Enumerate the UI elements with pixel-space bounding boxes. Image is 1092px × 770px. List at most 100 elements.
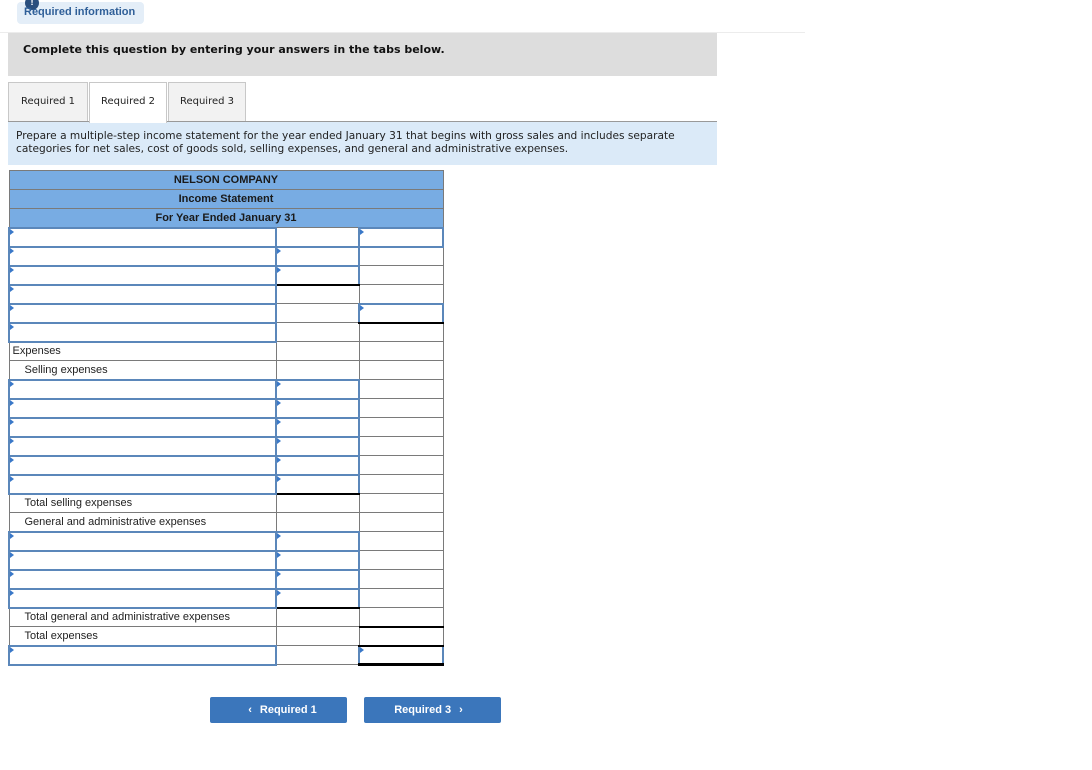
statement-row [7, 226, 444, 248]
empty-cell [358, 512, 444, 532]
amount-input[interactable] [275, 264, 361, 286]
account-name-input[interactable] [7, 644, 278, 666]
account-name-input[interactable] [7, 264, 278, 286]
label-cell: General and administrative expenses [8, 512, 277, 532]
account-name-input[interactable] [7, 321, 278, 343]
empty-cell [275, 512, 360, 532]
amount-input[interactable] [275, 549, 361, 571]
total-input[interactable] [358, 644, 444, 666]
income-statement-table: NELSON COMPANY Income Statement For Year… [7, 170, 444, 666]
required-information-banner: ! Required information [17, 0, 144, 24]
statement-row: Total general and administrative expense… [8, 607, 444, 628]
empty-cell [275, 303, 360, 323]
empty-cell [358, 588, 444, 608]
amount-input[interactable] [275, 530, 361, 552]
statement-row [7, 321, 444, 343]
statement-row [7, 549, 444, 571]
empty-cell [358, 607, 444, 628]
question-prompt: Prepare a multiple-step income statement… [8, 121, 717, 165]
statement-row [7, 644, 444, 666]
statement-row [7, 454, 444, 476]
total-input[interactable] [358, 302, 444, 324]
empty-cell [358, 474, 444, 494]
total-input[interactable] [358, 226, 444, 248]
account-name-input[interactable] [7, 435, 278, 457]
amount-input[interactable] [275, 435, 361, 457]
empty-cell [358, 436, 444, 456]
amount-input[interactable] [275, 568, 361, 590]
account-name-input[interactable] [7, 530, 278, 552]
empty-cell [358, 265, 444, 285]
empty-cell [358, 531, 444, 551]
amount-input[interactable] [275, 473, 361, 495]
empty-cell [275, 360, 360, 380]
empty-cell [275, 626, 360, 646]
statement-title: Income Statement [8, 189, 444, 209]
statement-row [7, 283, 444, 305]
statement-row [7, 378, 444, 400]
instruction-text: Complete this question by entering your … [23, 43, 445, 56]
statement-row: General and administrative expenses [8, 512, 444, 532]
label-cell: Total general and administrative expense… [8, 607, 277, 627]
empty-cell [358, 455, 444, 475]
tab-required-3[interactable]: Required 3 [168, 82, 246, 122]
amount-input[interactable] [275, 378, 361, 400]
amount-input[interactable] [275, 587, 361, 609]
empty-cell [275, 607, 360, 627]
row-label: Selling expenses [24, 363, 108, 376]
empty-cell [275, 645, 360, 665]
tab-required-2[interactable]: Required 2 [89, 82, 167, 123]
company-name: NELSON COMPANY [8, 170, 444, 190]
statement-row: Total selling expenses [8, 493, 444, 513]
account-name-input[interactable] [7, 568, 278, 590]
label-cell: Selling expenses [8, 360, 277, 380]
account-name-input[interactable] [7, 226, 278, 248]
instruction-box: Complete this question by entering your … [8, 33, 717, 76]
empty-cell [275, 341, 360, 361]
amount-input[interactable] [275, 454, 361, 476]
next-required-3-button[interactable]: Required 3 › [364, 697, 501, 723]
prev-required-1-button[interactable]: ‹ Required 1 [210, 697, 347, 723]
row-label: Expenses [12, 345, 61, 358]
statement-row: Expenses [8, 341, 444, 361]
account-name-input[interactable] [7, 283, 278, 305]
label-cell: Expenses [8, 341, 277, 361]
statement-row [7, 473, 444, 495]
empty-cell [358, 284, 444, 304]
row-label: Total general and administrative expense… [24, 611, 230, 624]
empty-cell [358, 569, 444, 589]
empty-cell [358, 550, 444, 570]
statement-row [7, 530, 444, 552]
label-cell: Total expenses [8, 626, 277, 646]
empty-cell [358, 322, 444, 342]
amount-input[interactable] [275, 397, 361, 419]
statement-row [7, 245, 444, 267]
prompt-text: Prepare a multiple-step income statement… [16, 130, 675, 155]
account-name-input[interactable] [7, 397, 278, 419]
empty-cell [358, 398, 444, 418]
account-name-input[interactable] [7, 454, 278, 476]
empty-cell [275, 284, 360, 304]
statement-row [7, 416, 444, 438]
statement-row [7, 264, 444, 286]
account-name-input[interactable] [7, 473, 278, 495]
account-name-input[interactable] [7, 378, 278, 400]
statement-row: Total expenses [8, 626, 444, 647]
amount-input[interactable] [275, 245, 361, 267]
statement-row [7, 568, 444, 590]
row-label: Total selling expenses [24, 497, 133, 510]
account-name-input[interactable] [7, 549, 278, 571]
empty-cell [275, 322, 360, 342]
account-name-input[interactable] [7, 302, 278, 324]
account-name-input[interactable] [7, 416, 278, 438]
account-name-input[interactable] [7, 587, 278, 609]
account-name-input[interactable] [7, 245, 278, 267]
empty-cell [275, 493, 360, 513]
empty-cell [358, 246, 444, 266]
required-information-label: Required information [24, 6, 136, 18]
statement-row [7, 435, 444, 457]
statement-period: For Year Ended January 31 [8, 208, 444, 228]
tab-required-1[interactable]: Required 1 [8, 82, 88, 122]
amount-input[interactable] [275, 416, 361, 438]
empty-cell [275, 227, 360, 247]
